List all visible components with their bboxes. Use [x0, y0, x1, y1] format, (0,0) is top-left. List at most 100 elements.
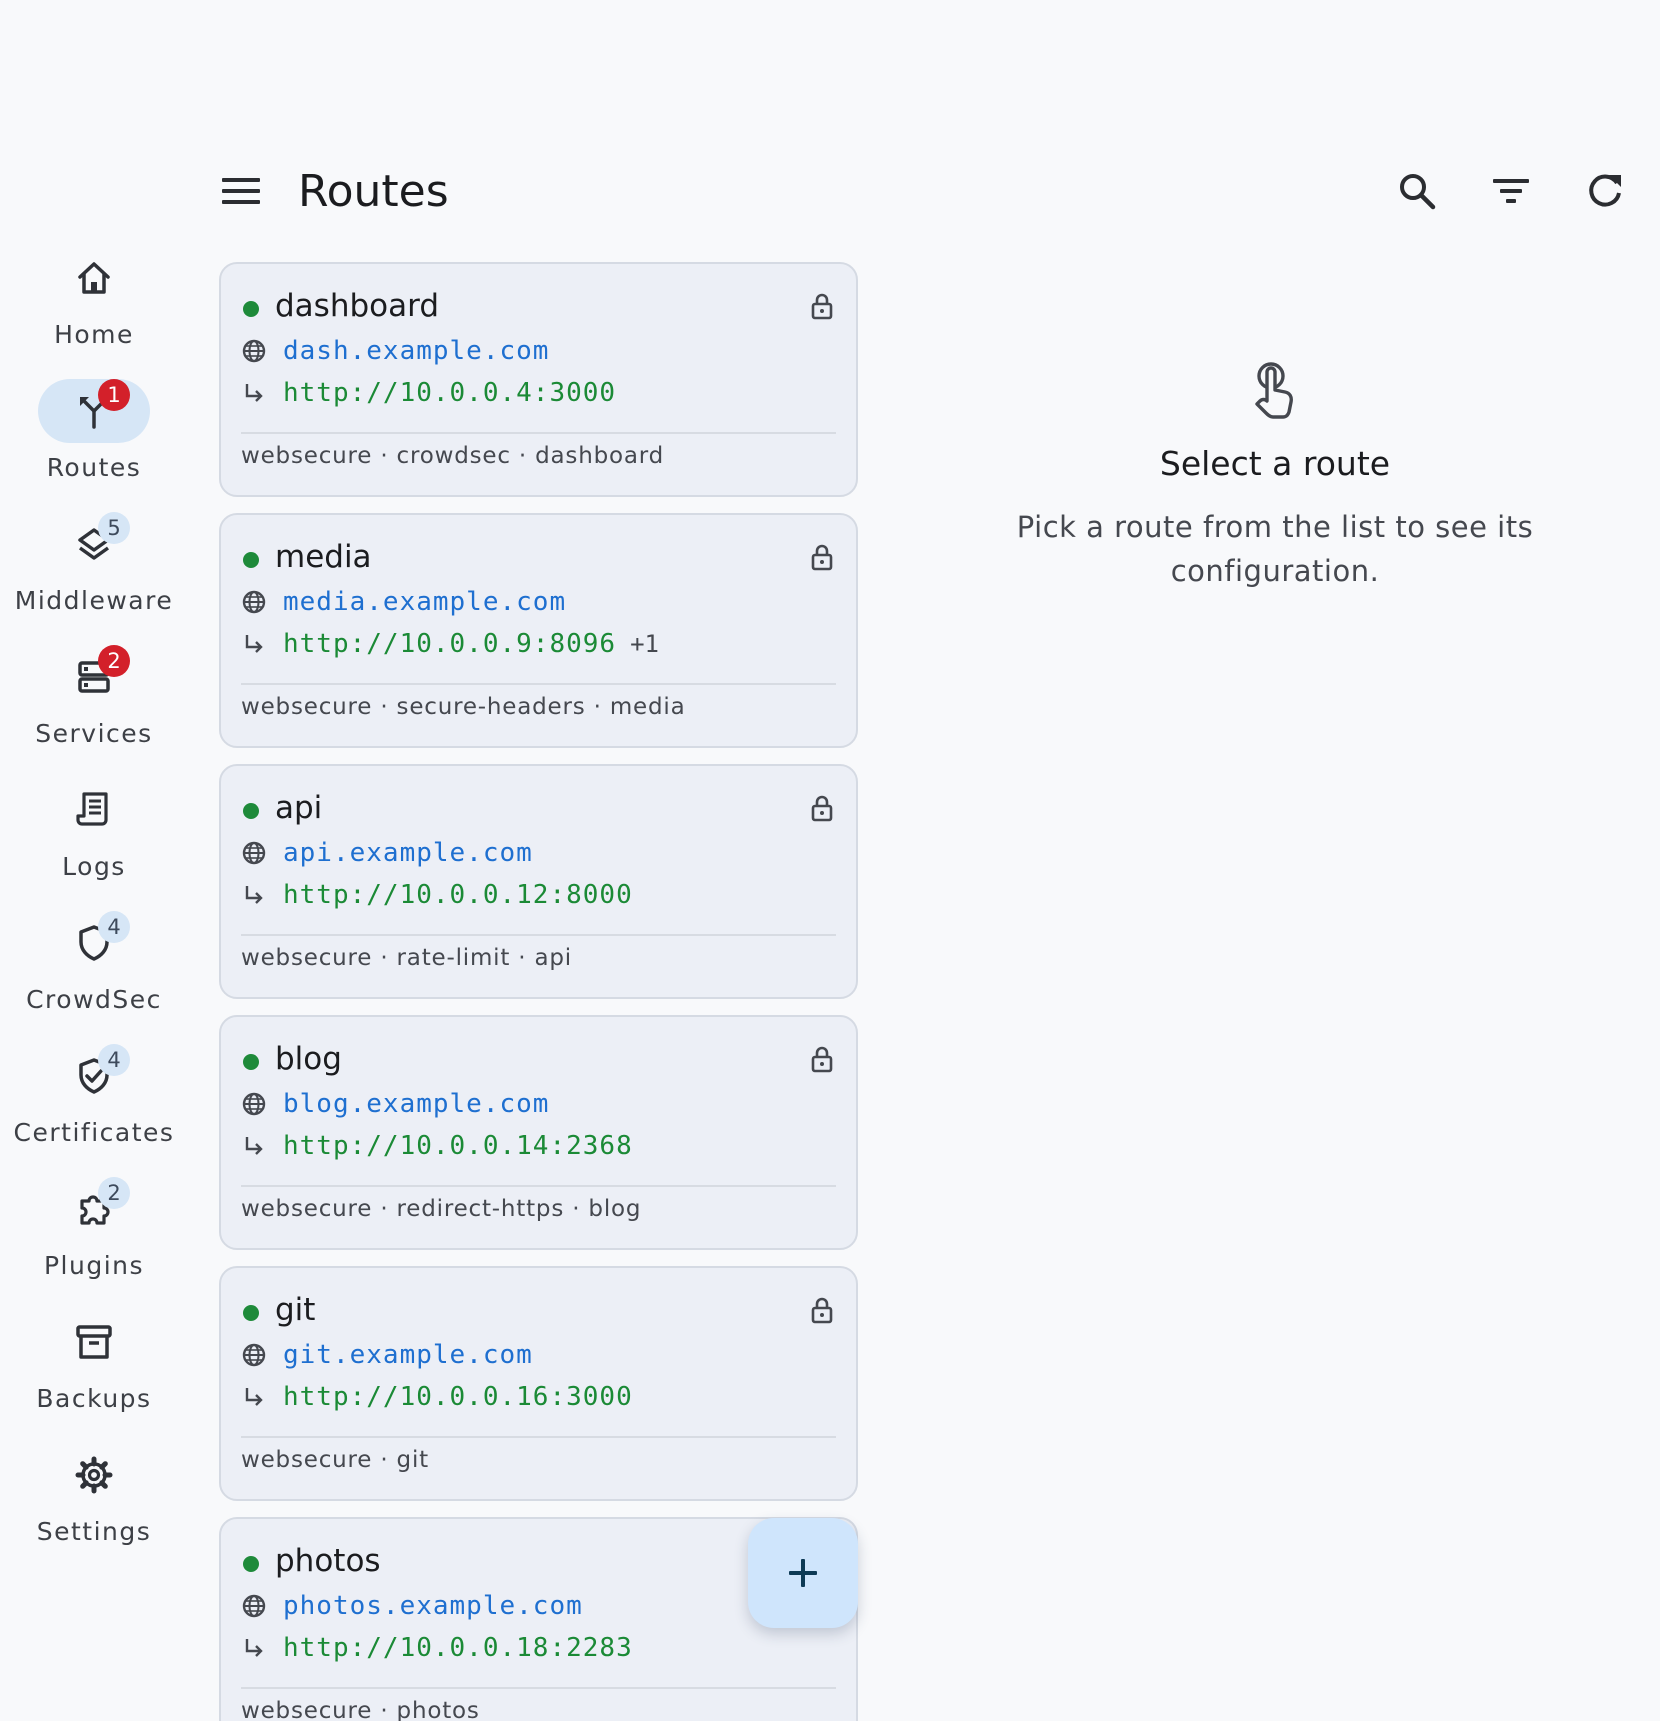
plugins-badge: 2 [98, 1177, 130, 1209]
nav-icon-container [38, 246, 150, 310]
target-row: http://10.0.0.16:3000 [241, 1382, 633, 1412]
nav-label: CrowdSec [26, 985, 162, 1014]
status-dot [243, 301, 259, 317]
nav-label: Settings [36, 1517, 152, 1546]
lock-icon [811, 544, 833, 571]
card-divider [241, 1436, 836, 1438]
nav-label: Services [35, 719, 153, 748]
target-row: http://10.0.0.14:2368 [241, 1131, 633, 1161]
status-dot [243, 1305, 259, 1321]
route-host: git.example.com [283, 1340, 533, 1370]
home-icon [78, 262, 110, 294]
nav-icon-container: 4 [38, 911, 150, 975]
nav-item-plugins[interactable]: 2 Plugins [0, 1171, 188, 1304]
route-card-media[interactable]: media media.example.com http://10.0.0.9:… [219, 513, 858, 748]
route-host: dash.example.com [283, 336, 550, 366]
services-badge: 2 [98, 645, 130, 677]
search-button[interactable] [1392, 166, 1442, 216]
logs-icon [76, 792, 108, 826]
route-middlewares: websecure · rate-limit · api [241, 945, 572, 971]
route-name: dashboard [275, 288, 439, 324]
route-name: photos [275, 1543, 381, 1579]
route-target: http://10.0.0.4:3000 [283, 378, 617, 408]
host-row: api.example.com [241, 838, 533, 868]
route-host: blog.example.com [283, 1089, 550, 1119]
target-row: http://10.0.0.12:8000 [241, 880, 633, 910]
route-detail-empty-state: Select a route Pick a route from the lis… [960, 360, 1590, 593]
route-card-api[interactable]: api api.example.com http://10.0.0.12:800… [219, 764, 858, 999]
nav-icon-container: 2 [38, 645, 150, 709]
refresh-icon [1589, 174, 1621, 207]
nav-label: Certificates [13, 1118, 175, 1147]
subdirectory-arrow-icon [245, 886, 263, 904]
certificates-badge: 4 [98, 1044, 130, 1076]
host-row: media.example.com [241, 587, 566, 617]
empty-state-subtitle: Pick a route from the list to see its co… [1016, 510, 1534, 588]
card-divider [241, 1687, 836, 1689]
empty-state-title: Select a route [1159, 444, 1391, 483]
route-card-dashboard[interactable]: dashboard dash.example.com http://10.0.0… [219, 262, 858, 497]
filter-button[interactable] [1486, 166, 1536, 216]
touch-icon [1255, 362, 1293, 419]
globe-icon [242, 1594, 266, 1618]
routes-badge: 1 [98, 379, 130, 411]
route-target: http://10.0.0.18:2283 [283, 1633, 633, 1663]
nav-icon-container: 2 [38, 1177, 150, 1241]
status-dot [243, 803, 259, 819]
middleware-badge: 5 [98, 512, 130, 544]
refresh-button[interactable] [1580, 166, 1630, 216]
top-app-bar: Routes [200, 148, 1660, 234]
target-row: http://10.0.0.18:2283 [241, 1633, 633, 1663]
nav-item-crowdsec[interactable]: 4 CrowdSec [0, 905, 188, 1038]
gear-icon [75, 1456, 113, 1494]
archive-icon [76, 1325, 112, 1359]
globe-icon [242, 590, 266, 614]
nav-item-middleware[interactable]: 5 Middleware [0, 506, 188, 639]
nav-item-certificates[interactable]: 4 Certificates [0, 1038, 188, 1171]
nav-item-settings[interactable]: Settings [0, 1437, 188, 1570]
filter-icon [1493, 179, 1529, 203]
route-middlewares: websecure · crowdsec · dashboard [241, 443, 665, 469]
globe-icon [242, 841, 266, 865]
nav-label: Routes [46, 453, 142, 482]
menu-button[interactable] [218, 168, 264, 214]
nav-item-services[interactable]: 2 Services [0, 639, 188, 772]
lock-icon [811, 1046, 833, 1073]
route-card-blog[interactable]: blog blog.example.com http://10.0.0.14:2… [219, 1015, 858, 1250]
route-name: media [275, 539, 372, 575]
menu-icon [222, 178, 260, 204]
route-host: media.example.com [283, 587, 567, 617]
lock-icon [811, 293, 833, 320]
nav-icon-container: 5 [38, 512, 150, 576]
route-host: photos.example.com [283, 1591, 583, 1621]
status-dot [243, 552, 259, 568]
card-divider [241, 934, 836, 936]
subdirectory-arrow-icon [245, 384, 263, 402]
card-divider [241, 1185, 836, 1187]
route-middlewares: websecure · secure-headers · media [241, 694, 686, 720]
lock-icon [811, 1297, 833, 1324]
nav-item-logs[interactable]: Logs [0, 772, 188, 905]
host-row: blog.example.com [241, 1089, 549, 1119]
nav-item-home[interactable]: Home [0, 240, 188, 373]
page-title: Routes [298, 166, 449, 217]
route-name: api [275, 790, 323, 826]
target-row: http://10.0.0.9:8096 +1 [241, 629, 659, 659]
nav-label: Middleware [14, 586, 174, 615]
lock-icon [811, 795, 833, 822]
add-route-fab[interactable] [748, 1518, 858, 1628]
nav-item-backups[interactable]: Backups [0, 1304, 188, 1437]
route-middlewares: websecure · photos [241, 1698, 480, 1721]
route-middlewares: websecure · git [241, 1447, 429, 1473]
status-dot [243, 1556, 259, 1572]
route-target: http://10.0.0.14:2368 [283, 1131, 633, 1161]
subdirectory-arrow-icon [245, 1639, 263, 1657]
host-row: git.example.com [241, 1340, 533, 1370]
host-row: dash.example.com [241, 336, 549, 366]
search-icon [1400, 174, 1436, 210]
nav-item-routes[interactable]: 1 Routes [0, 373, 188, 506]
subdirectory-arrow-icon [245, 1137, 263, 1155]
nav-icon-container [38, 1443, 150, 1507]
nav-icon-container: 4 [38, 1044, 150, 1108]
route-card-git[interactable]: git git.example.com http://10.0.0.16:300… [219, 1266, 858, 1501]
